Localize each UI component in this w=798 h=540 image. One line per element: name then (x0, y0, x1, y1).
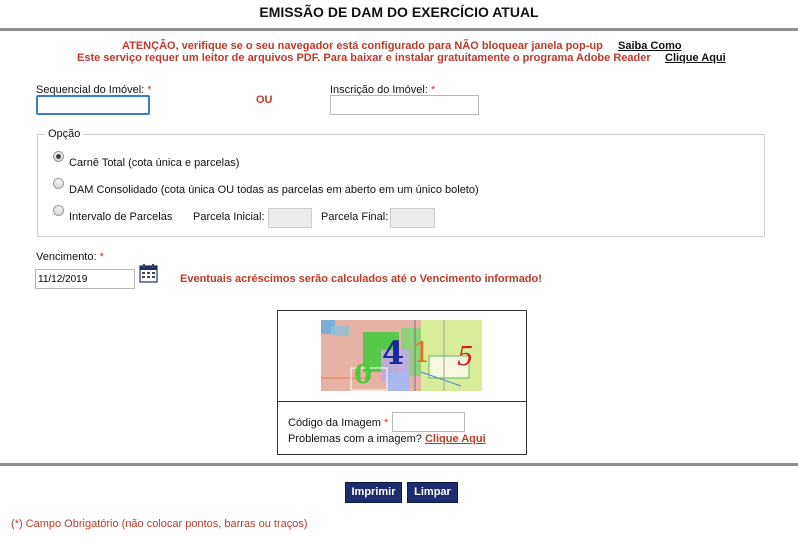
captcha-digit-0: 0 (354, 360, 372, 390)
captcha-problem-text: Problemas com a imagem? (288, 433, 422, 445)
sequencial-input[interactable] (36, 95, 150, 115)
required-mark: * (99, 251, 104, 263)
clear-button[interactable]: Limpar (407, 482, 458, 503)
print-button[interactable]: Imprimir (345, 482, 402, 503)
vencimento-label: Vencimento: * (36, 251, 104, 263)
radio-carne-total[interactable] (53, 151, 64, 162)
radio-intervalo-parcelas[interactable] (53, 205, 64, 216)
vencimento-note: Eventuais acréscimos serão calculados at… (180, 273, 542, 285)
captcha-code-input[interactable] (392, 412, 465, 432)
captcha-digit-1: 4 (382, 334, 404, 372)
parcela-inicial-input[interactable] (268, 208, 312, 228)
bottom-divider (0, 463, 798, 466)
captcha-code-label-text: Código da Imagem (288, 417, 381, 429)
opcao-legend: Opção (45, 128, 84, 140)
pdf-warning: Este serviço requer um leitor de arquivo… (77, 52, 651, 64)
captcha-code-label: Código da Imagem * (288, 417, 388, 429)
captcha-digit-3: 5 (457, 342, 474, 372)
popup-warning: ATENÇÃO, verifique se o seu navegador es… (122, 40, 603, 52)
option-carne-total-label: Carnê Total (cota única e parcelas) (69, 157, 240, 169)
option-intervalo-label: Intervalo de Parcelas (69, 211, 173, 223)
top-divider (0, 28, 798, 31)
parcela-final-input[interactable] (390, 208, 435, 228)
captcha-digit-2: 1 (413, 336, 431, 369)
captcha-refresh-link[interactable]: Clique Aqui (425, 433, 486, 445)
saiba-como-link[interactable]: Saiba Como (618, 40, 682, 52)
adobe-reader-link[interactable]: Clique Aqui (665, 52, 726, 64)
captcha-divider (277, 401, 527, 402)
inscricao-input[interactable] (330, 95, 479, 115)
required-footnote: (*) Campo Obrigatório (não colocar ponto… (11, 518, 308, 530)
required-mark: * (384, 417, 389, 429)
parcela-inicial-label: Parcela Inicial: (193, 211, 265, 223)
option-dam-consolidado-label: DAM Consolidado (cota única OU todas as … (69, 184, 479, 196)
captcha-image: 0 4 1 5 (321, 320, 482, 391)
vencimento-label-text: Vencimento: (36, 251, 97, 263)
captcha-problem-row: Problemas com a imagem? Clique Aqui (288, 433, 486, 445)
ou-label: OU (256, 94, 273, 106)
calendar-icon[interactable] (139, 264, 158, 283)
page-title: EMISSÃO DE DAM DO EXERCÍCIO ATUAL (259, 4, 539, 20)
radio-dam-consolidado[interactable] (53, 178, 64, 189)
vencimento-input[interactable] (35, 269, 135, 289)
parcela-final-label: Parcela Final: (321, 211, 389, 223)
